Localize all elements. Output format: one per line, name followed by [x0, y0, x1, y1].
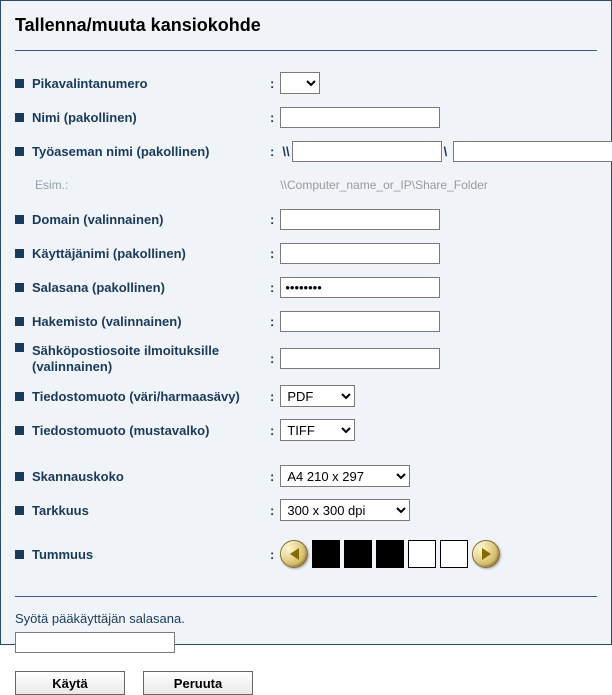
row-example: Esim.: : \\Computer_name_or_IP\Share_Fol…: [15, 173, 597, 197]
bullet-icon: [15, 147, 24, 156]
label-email: Sähköpostiosoite ilmoituksille (valinnai…: [32, 343, 270, 374]
label-hostname: Työaseman nimi (pakollinen): [32, 144, 209, 159]
row-email: Sähköpostiosoite ilmoituksille (valinnai…: [15, 343, 597, 374]
bullet-icon: [15, 113, 24, 122]
label-scan-size: Skannauskoko: [32, 469, 124, 484]
row-scan-size: Skannauskoko : A4 210 x 297: [15, 464, 597, 488]
bullet-icon: [15, 79, 24, 88]
row-name: Nimi (pakollinen) :: [15, 105, 597, 129]
resolution-select[interactable]: 300 x 300 dpi: [280, 499, 410, 521]
darkness-swatch[interactable]: [344, 540, 372, 568]
bullet-icon: [15, 392, 24, 401]
bullet-icon: [15, 317, 24, 326]
row-darkness: Tummuus :: [15, 540, 597, 568]
label-name: Nimi (pakollinen): [32, 110, 137, 125]
scan-size-select[interactable]: A4 210 x 297: [280, 465, 410, 487]
arrow-left-icon: [290, 548, 299, 560]
darkness-swatch[interactable]: [440, 540, 468, 568]
bullet-icon: [15, 283, 24, 292]
email-field[interactable]: [280, 348, 440, 369]
darkness-swatch[interactable]: [312, 540, 340, 568]
label-resolution: Tarkkuus: [32, 503, 89, 518]
quick-dial-select[interactable]: [280, 72, 320, 94]
divider: [15, 50, 597, 51]
hostname-field-b[interactable]: [453, 141, 612, 162]
password-field[interactable]: [280, 277, 440, 298]
bullet-icon: [15, 550, 24, 559]
row-password: Salasana (pakollinen) :: [15, 275, 597, 299]
row-username: Käyttäjänimi (pakollinen) :: [15, 241, 597, 265]
fmt-color-select[interactable]: PDF: [280, 385, 355, 407]
bullet-icon: [15, 426, 24, 435]
fmt-mono-select[interactable]: TIFF: [280, 419, 355, 441]
cancel-button[interactable]: Peruuta: [143, 671, 253, 695]
row-quick-dial: Pikavalintanumero :: [15, 71, 597, 95]
example-value: \\Computer_name_or_IP\Share_Folder: [280, 178, 487, 192]
darkness-prev-button[interactable]: [280, 540, 308, 568]
hostname-prefix: \\: [282, 144, 289, 159]
row-resolution: Tarkkuus : 300 x 300 dpi: [15, 498, 597, 522]
label-fmt-color: Tiedostomuoto (väri/harmaasävy): [32, 389, 240, 404]
bullet-icon: [15, 343, 24, 352]
domain-field[interactable]: [280, 209, 440, 230]
label-darkness: Tummuus: [32, 547, 93, 562]
page-title: Tallenna/muuta kansiokohde: [15, 15, 597, 36]
admin-password-field[interactable]: [15, 632, 175, 653]
darkness-next-button[interactable]: [472, 540, 500, 568]
label-example: Esim.:: [35, 178, 68, 192]
directory-field[interactable]: [280, 311, 440, 332]
arrow-right-icon: [482, 548, 491, 560]
name-field[interactable]: [280, 107, 440, 128]
footer-divider: [15, 596, 597, 597]
bullet-icon: [15, 506, 24, 515]
admin-password-label: Syötä pääkäyttäjän salasana.: [15, 611, 597, 626]
label-quick-dial: Pikavalintanumero: [32, 76, 148, 91]
label-password: Salasana (pakollinen): [32, 280, 165, 295]
hostname-sep: \: [444, 144, 448, 159]
label-fmt-mono: Tiedostomuoto (mustavalko): [32, 423, 209, 438]
label-domain: Domain (valinnainen): [32, 212, 163, 227]
bullet-icon: [15, 472, 24, 481]
row-domain: Domain (valinnainen) :: [15, 207, 597, 231]
label-username: Käyttäjänimi (pakollinen): [32, 246, 186, 261]
row-fmt-color: Tiedostomuoto (väri/harmaasävy) : PDF: [15, 384, 597, 408]
row-hostname: Työaseman nimi (pakollinen) : \\ \: [15, 139, 597, 163]
row-directory: Hakemisto (valinnainen) :: [15, 309, 597, 333]
hostname-field-a[interactable]: [292, 141, 442, 162]
username-field[interactable]: [280, 243, 440, 264]
label-directory: Hakemisto (valinnainen): [32, 314, 182, 329]
bullet-icon: [15, 249, 24, 258]
darkness-swatch[interactable]: [376, 540, 404, 568]
row-fmt-mono: Tiedostomuoto (mustavalko) : TIFF: [15, 418, 597, 442]
apply-button[interactable]: Käytä: [15, 671, 125, 695]
settings-dialog: Tallenna/muuta kansiokohde Pikavalintanu…: [0, 0, 612, 645]
bullet-icon: [15, 215, 24, 224]
darkness-swatch[interactable]: [408, 540, 436, 568]
